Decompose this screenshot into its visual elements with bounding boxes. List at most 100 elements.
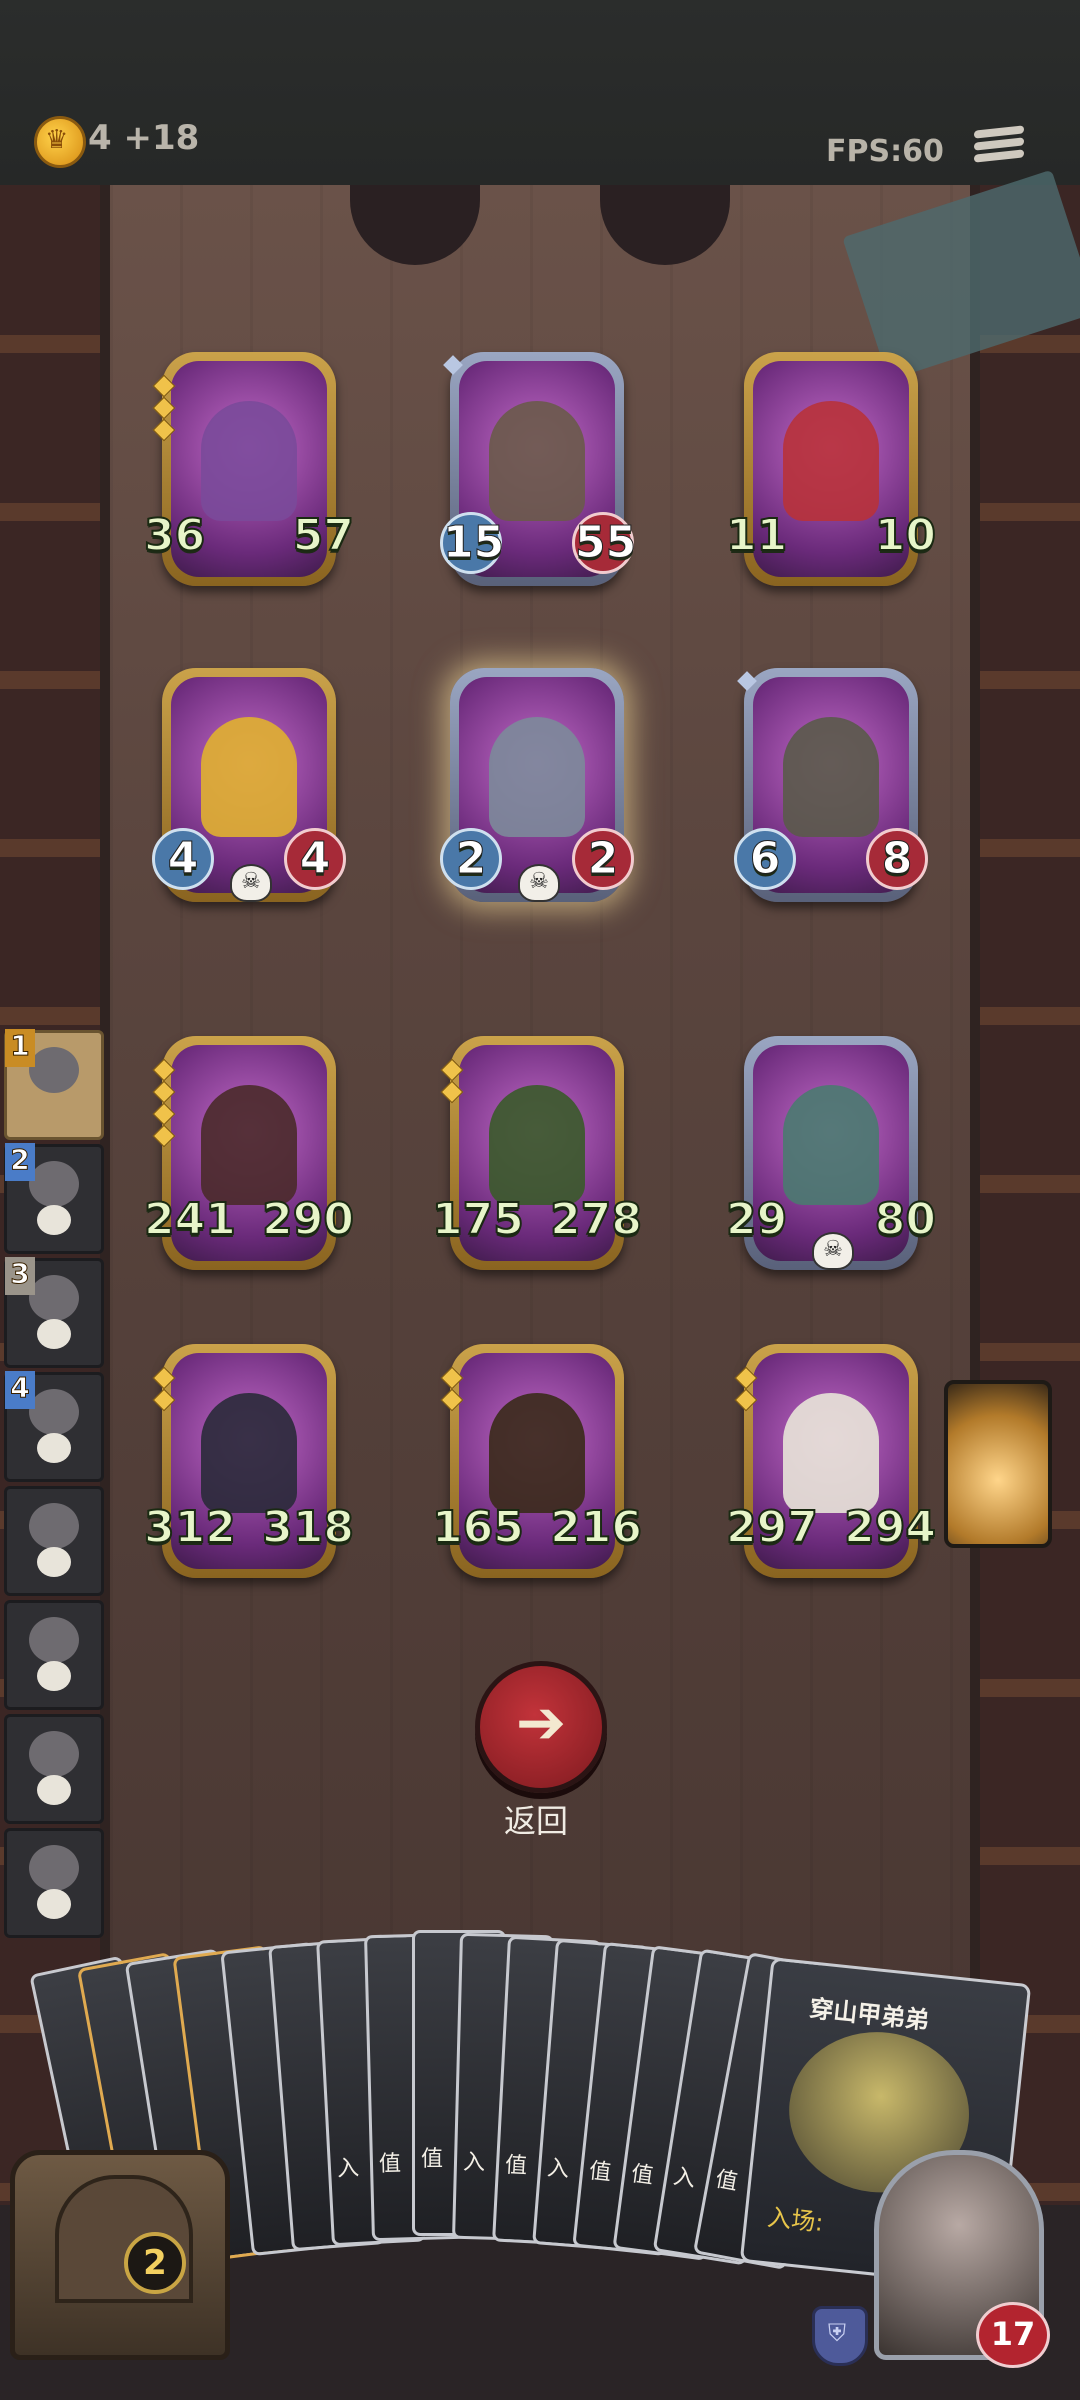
octopus-pirate-icon (201, 401, 297, 521)
queue-slot[interactable]: 4 (4, 1371, 104, 1482)
star-pips (440, 1056, 464, 1106)
skull-icon: ☠ (518, 864, 560, 902)
player-hp-heart-icon: 17 (976, 2302, 1050, 2368)
queue-portrait (29, 1275, 79, 1321)
featured-card-entry: 入场: (766, 2203, 825, 2237)
star-pip-icon (152, 418, 176, 442)
cow-dog-icon (783, 1393, 879, 1513)
star-pip-icon (152, 1124, 176, 1148)
unit-attack: 29 (725, 1193, 788, 1246)
arrow-left-icon: ➔ (515, 1688, 567, 1758)
star-pip-icon (440, 1058, 464, 1082)
queue-portrait (29, 1617, 79, 1663)
skull-icon (37, 1319, 71, 1349)
boar-icon (201, 1085, 297, 1205)
unit-health: 216 (549, 1501, 643, 1554)
queue-slot[interactable]: 1 (4, 1029, 104, 1140)
star-pip-icon (734, 1366, 758, 1390)
queue-portrait (29, 1047, 79, 1093)
star-pip-icon (152, 1102, 176, 1126)
unit-health: 4 (284, 828, 346, 890)
star-pips (152, 372, 176, 444)
star-pip-icon (440, 1388, 464, 1412)
hand-card-tag: 值 (378, 2151, 402, 2177)
shield-icon[interactable]: ⛨ (812, 2306, 868, 2366)
unit-attack: 15 (440, 512, 505, 574)
unit-health: 10 (874, 509, 937, 562)
queue-slot[interactable] (4, 1486, 104, 1596)
star-pips (734, 1364, 758, 1414)
hand-card-tag: 入 (546, 2155, 571, 2183)
queue-number: 4 (5, 1371, 35, 1409)
top-bar: ♛ 4 +18 FPS:60 (0, 0, 1080, 189)
scarecrow-icon (783, 717, 879, 837)
treant-icon (489, 1393, 585, 1513)
hand-card-tag: 值 (421, 2147, 444, 2172)
unit-health: 2 (572, 828, 634, 890)
unit-attack: 2 (440, 828, 502, 890)
hand-card-tag: 值 (587, 2158, 613, 2186)
skull-icon: ☠ (230, 864, 272, 902)
hand-card-tag: 值 (504, 2152, 528, 2180)
unit-health: 55 (572, 512, 637, 574)
unit-attack: 241 (143, 1193, 237, 1246)
star-pip-icon (440, 1080, 464, 1104)
queue-slot[interactable] (4, 1600, 104, 1710)
queue-slot[interactable] (4, 1828, 104, 1938)
unit-health: 8 (866, 828, 928, 890)
hand-card-tag: 值 (629, 2161, 655, 2190)
star-pip-icon (152, 1080, 176, 1104)
unit-card-scarecrow[interactable]: 68 (734, 668, 928, 902)
unit-attack: 297 (725, 1501, 819, 1554)
unit-card-jester-clown[interactable]: 11 10 (725, 352, 937, 586)
queue-slot[interactable]: 2 (4, 1143, 104, 1254)
queue-portrait (29, 1503, 79, 1549)
chest-icon[interactable] (10, 2150, 230, 2360)
back-button[interactable]: ➔ (475, 1661, 607, 1793)
queue-number: 2 (5, 1143, 35, 1181)
gold-income: +18 (123, 118, 200, 158)
unit-attack: 11 (725, 509, 788, 562)
unit-health: 80 (874, 1193, 937, 1246)
unit-card-treant[interactable]: 165 216 (431, 1344, 643, 1578)
skull-icon (37, 1547, 71, 1577)
witch-doctor-icon (489, 1085, 585, 1205)
gold-amount: 4 (88, 118, 112, 158)
unit-health: 318 (261, 1501, 355, 1554)
unit-attack: 6 (734, 828, 796, 890)
chest-count: 2 (124, 2232, 186, 2294)
star-pip-icon (152, 1366, 176, 1390)
gold-coin-icon: ♛ (34, 116, 86, 168)
unit-card-witch-doctor[interactable]: 175 278 (431, 1036, 643, 1270)
unit-card-robot-hat[interactable]: 2 2 ☠ (440, 668, 634, 902)
armored-knight-icon (783, 1085, 879, 1205)
star-pip-icon (440, 1366, 464, 1390)
unit-card-cow-dog[interactable]: 297 294 (725, 1344, 937, 1578)
queue-slot[interactable]: 3 (4, 1257, 104, 1368)
unit-attack: 312 (143, 1501, 237, 1554)
skull-icon (37, 1775, 71, 1805)
queue-portrait (29, 1389, 79, 1435)
menu-icon[interactable] (974, 124, 1024, 174)
skull-icon (37, 1661, 71, 1691)
unit-health: 57 (292, 509, 355, 562)
unit-health: 294 (843, 1501, 937, 1554)
unit-card-pinocchio[interactable]: 4 4 ☠ (152, 668, 346, 902)
unit-card-ghost-ship[interactable]: 15 55 (440, 352, 637, 586)
black-panther-icon (201, 1393, 297, 1513)
unit-attack: 165 (431, 1501, 525, 1554)
unit-health: 278 (549, 1193, 643, 1246)
jester-clown-icon (783, 401, 879, 521)
queue-portrait (29, 1845, 79, 1891)
back-button-label: 返回 (503, 1802, 568, 1840)
queue-slot[interactable] (4, 1714, 104, 1824)
unit-attack: 36 (143, 509, 206, 562)
skull-icon: ☠ (812, 1232, 854, 1270)
ghost-ship-icon (489, 401, 585, 521)
skull-icon (37, 1889, 71, 1919)
star-pip-icon (152, 1388, 176, 1412)
unit-card-black-panther[interactable]: 312 318 (143, 1344, 355, 1578)
unit-card-armored-knight[interactable]: 29 80 ☠ (725, 1036, 937, 1270)
unit-card-boar[interactable]: 241 290 (143, 1036, 355, 1270)
unit-card-octopus-pirate[interactable]: 36 57 (143, 352, 355, 586)
